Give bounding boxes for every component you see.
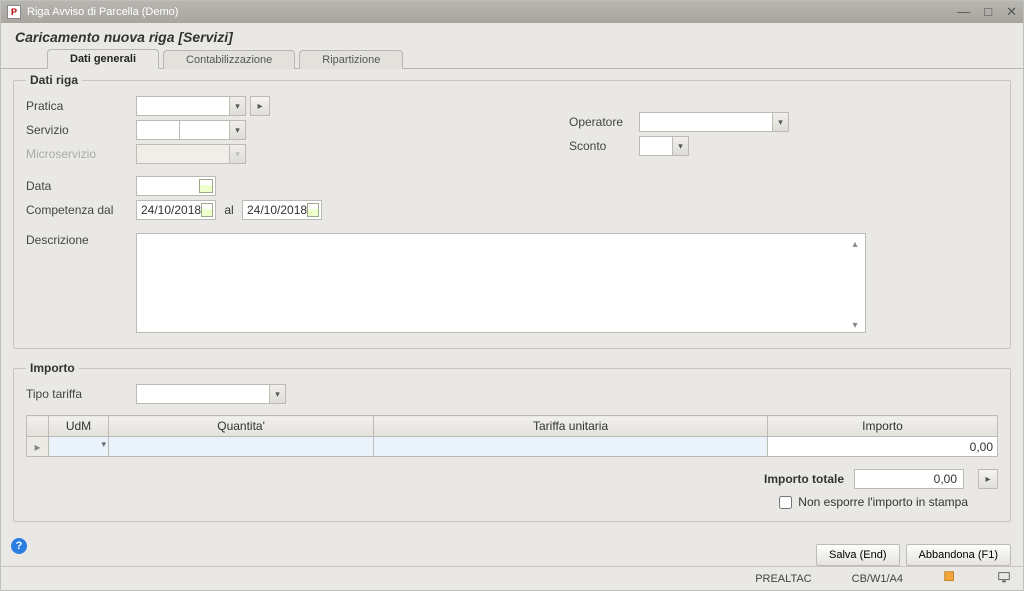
- tab-strip: Dati generali Contabilizzazione Ripartiz…: [1, 49, 1023, 69]
- chevron-down-icon[interactable]: ▾: [229, 121, 245, 139]
- group-importo: Importo Tipo tariffa ▾ UdM Quantita' Tar…: [13, 361, 1011, 522]
- title-bar: P Riga Avviso di Parcella (Demo) — □ ✕: [1, 1, 1023, 23]
- col-quantita: Quantita': [109, 416, 374, 437]
- status-flag-icon: [943, 570, 957, 587]
- sconto-combo[interactable]: ▾: [639, 136, 689, 156]
- cell-udm[interactable]: ▾: [49, 437, 109, 457]
- footer-buttons: Salva (End) Abbandona (F1): [1, 538, 1023, 566]
- cell-quantita[interactable]: [109, 437, 374, 457]
- content-area: Dati riga Pratica ▾ ▸ Servizio ▾ Microse…: [1, 69, 1023, 538]
- operatore-label: Operatore: [569, 115, 639, 129]
- importo-grid: UdM Quantita' Tariffa unitaria Importo ▸…: [26, 415, 998, 457]
- scroll-up-icon[interactable]: ▴: [848, 237, 862, 251]
- app-window: P Riga Avviso di Parcella (Demo) — □ ✕ C…: [0, 0, 1024, 591]
- row-selector[interactable]: ▸: [27, 437, 49, 457]
- data-label: Data: [26, 179, 136, 193]
- al-label: al: [216, 203, 242, 217]
- tipo-tariffa-combo[interactable]: ▾: [136, 384, 286, 404]
- status-monitor-icon: [997, 570, 1011, 587]
- competenza-al-value: 24/10/2018: [247, 203, 307, 217]
- non-esporre-checkbox[interactable]: [779, 496, 792, 509]
- servizio-combo[interactable]: ▾: [180, 120, 246, 140]
- status-user: PREALTAC: [755, 573, 811, 585]
- salva-button[interactable]: Salva (End): [816, 544, 899, 566]
- tipo-tariffa-label: Tipo tariffa: [26, 387, 136, 401]
- chevron-down-icon[interactable]: ▾: [672, 137, 688, 155]
- importo-totale-value: 0,00: [854, 469, 964, 489]
- competenza-dal-value: 24/10/2018: [141, 203, 201, 217]
- operatore-combo[interactable]: ▾: [639, 112, 789, 132]
- competenza-dal-input[interactable]: 24/10/2018: [136, 200, 216, 220]
- scroll-down-icon[interactable]: ▾: [848, 318, 862, 332]
- page-subtitle: Caricamento nuova riga [Servizi]: [1, 23, 1023, 49]
- grid-row[interactable]: ▸ ▾ 0,00: [27, 437, 998, 457]
- descrizione-label: Descrizione: [26, 233, 136, 247]
- chevron-down-icon[interactable]: ▾: [101, 439, 106, 450]
- col-tariffa: Tariffa unitaria: [374, 416, 768, 437]
- status-context: CB/W1/A4: [852, 573, 903, 585]
- tab-dati-generali[interactable]: Dati generali: [47, 49, 159, 69]
- cell-importo[interactable]: 0,00: [768, 437, 998, 457]
- close-button[interactable]: ✕: [1006, 4, 1017, 20]
- pratica-search-button[interactable]: ▸: [250, 96, 270, 116]
- group-importo-legend: Importo: [26, 361, 79, 375]
- competenza-dal-label: Competenza dal: [26, 203, 136, 217]
- servizio-code-input[interactable]: [136, 120, 180, 140]
- help-icon[interactable]: ?: [11, 538, 27, 554]
- chevron-down-icon: ▾: [229, 145, 245, 163]
- app-icon: P: [7, 5, 21, 19]
- calendar-icon[interactable]: [201, 203, 213, 217]
- microservizio-combo: ▾: [136, 144, 246, 164]
- maximize-button[interactable]: □: [984, 4, 992, 20]
- non-esporre-label: Non esporre l'importo in stampa: [798, 495, 968, 509]
- group-dati-riga-legend: Dati riga: [26, 73, 82, 87]
- chevron-down-icon[interactable]: ▾: [229, 97, 245, 115]
- col-importo: Importo: [768, 416, 998, 437]
- chevron-down-icon[interactable]: ▾: [269, 385, 285, 403]
- tab-ripartizione[interactable]: Ripartizione: [299, 50, 403, 69]
- importo-totale-label: Importo totale: [764, 472, 844, 486]
- window-title: Riga Avviso di Parcella (Demo): [27, 6, 178, 18]
- minimize-button[interactable]: —: [957, 4, 970, 20]
- descrizione-textarea[interactable]: [136, 233, 866, 333]
- microservizio-label: Microservizio: [26, 147, 136, 161]
- data-input[interactable]: [136, 176, 216, 196]
- col-rowhdr: [27, 416, 49, 437]
- pratica-label: Pratica: [26, 99, 136, 113]
- col-udm: UdM: [49, 416, 109, 437]
- right-column: Operatore ▾ Sconto ▾: [569, 109, 789, 157]
- tab-contabilizzazione[interactable]: Contabilizzazione: [163, 50, 295, 69]
- window-controls: — □ ✕: [957, 4, 1017, 20]
- calendar-icon[interactable]: [199, 179, 213, 193]
- abbandona-button[interactable]: Abbandona (F1): [906, 544, 1012, 566]
- competenza-al-input[interactable]: 24/10/2018: [242, 200, 322, 220]
- cell-tariffa[interactable]: [374, 437, 768, 457]
- pratica-combo[interactable]: ▾: [136, 96, 246, 116]
- calendar-icon[interactable]: [307, 203, 319, 217]
- group-dati-riga: Dati riga Pratica ▾ ▸ Servizio ▾ Microse…: [13, 73, 1011, 349]
- status-bar: PREALTAC CB/W1/A4: [1, 566, 1023, 590]
- chevron-down-icon[interactable]: ▾: [772, 113, 788, 131]
- servizio-label: Servizio: [26, 123, 136, 137]
- importo-totale-expand-button[interactable]: ▸: [978, 469, 998, 489]
- sconto-label: Sconto: [569, 139, 639, 153]
